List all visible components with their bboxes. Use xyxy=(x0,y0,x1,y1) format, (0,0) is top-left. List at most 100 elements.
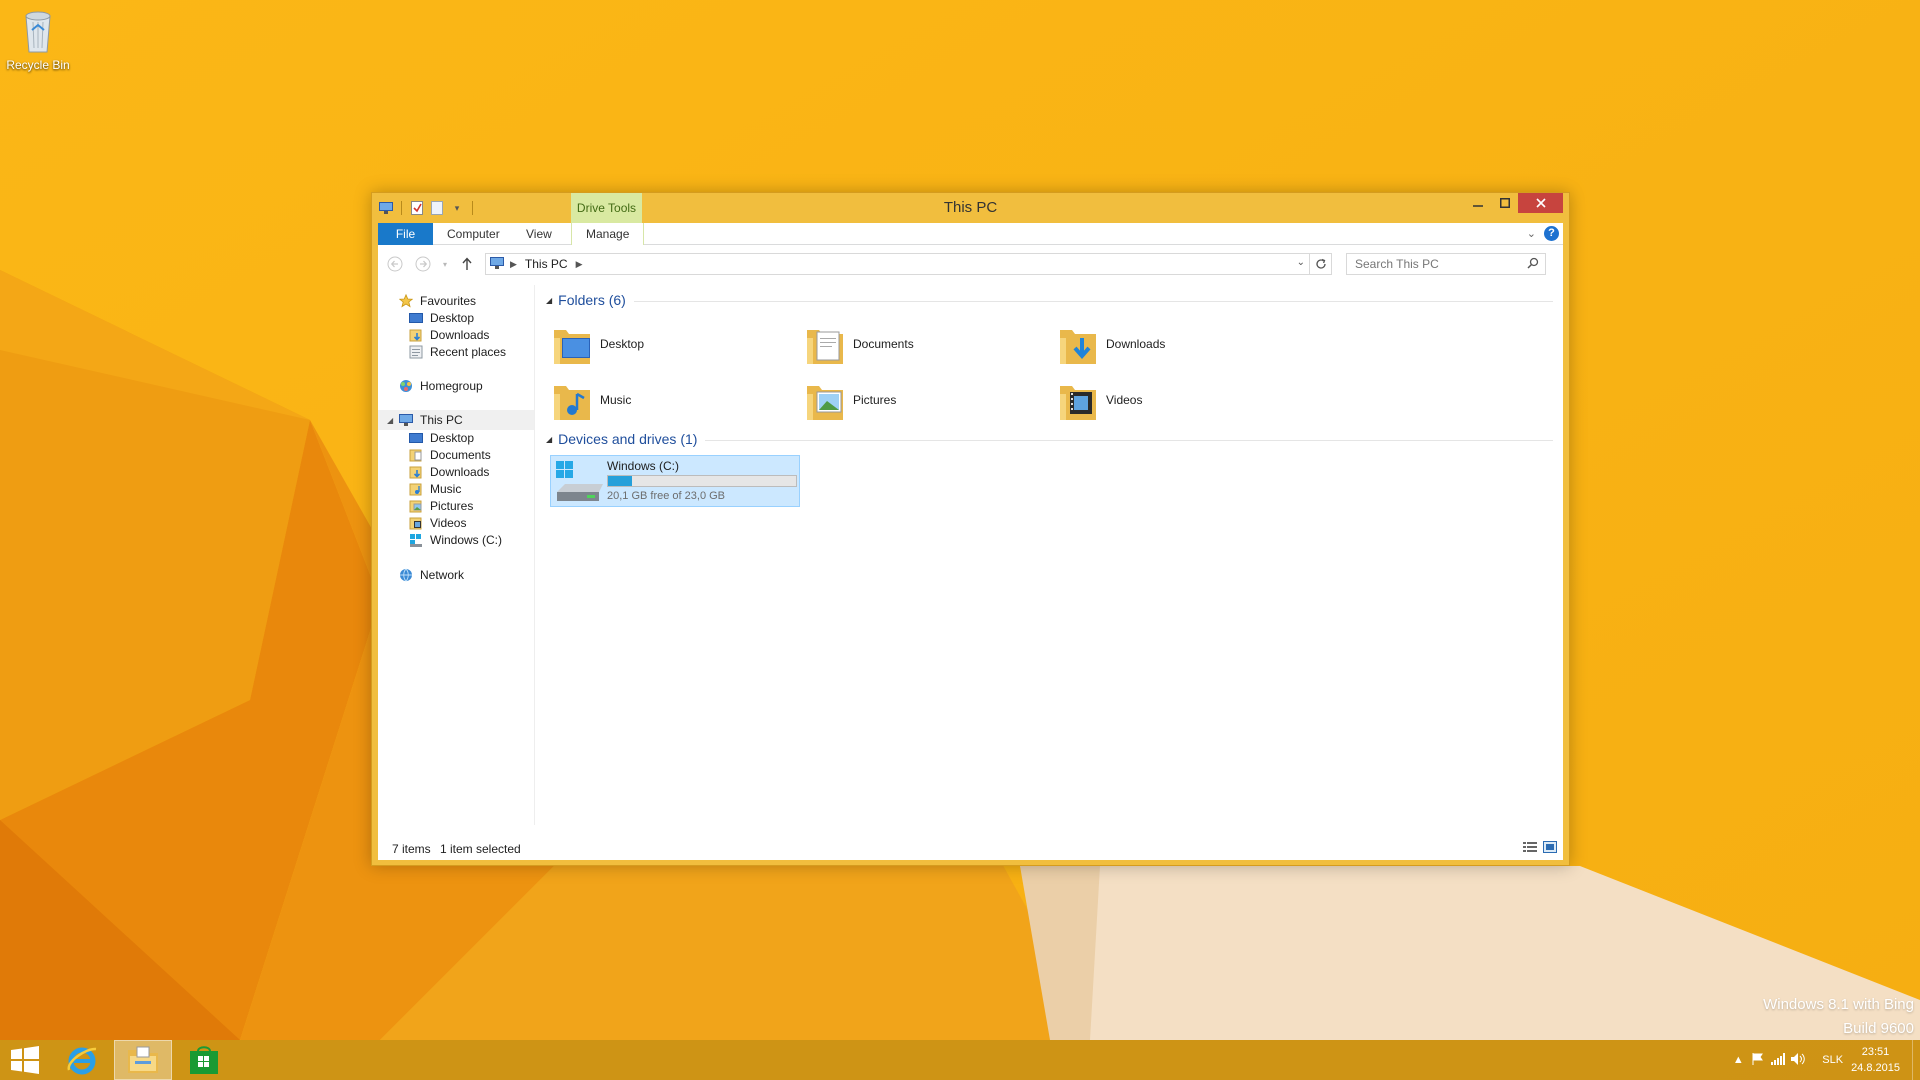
taskbar: ▲ SLK 23:51 24.8.2015 xyxy=(0,1040,1920,1080)
maximize-icon xyxy=(1499,198,1510,208)
drive-icon xyxy=(408,532,424,548)
nav-label: Downloads xyxy=(430,465,490,479)
input-language-indicator[interactable]: SLK xyxy=(1822,1054,1843,1066)
show-desktop-button[interactable] xyxy=(1912,1040,1920,1080)
downloads-icon xyxy=(408,327,424,343)
refresh-button[interactable] xyxy=(1310,253,1332,275)
nav-label: Network xyxy=(420,568,465,582)
start-button[interactable] xyxy=(0,1040,50,1080)
search-icon[interactable] xyxy=(1527,257,1539,272)
nav-label: Homegroup xyxy=(420,379,483,393)
folder-tile[interactable]: Music xyxy=(550,373,800,427)
action-center-flag-icon[interactable] xyxy=(1748,1052,1768,1068)
tab-manage[interactable]: Manage xyxy=(571,223,645,245)
breadcrumb-separator-icon[interactable]: ▶ xyxy=(576,259,583,270)
recycle-bin-icon xyxy=(25,11,51,53)
nav-fav-recent-places[interactable]: Recent places xyxy=(408,342,506,362)
back-arrow-icon xyxy=(387,256,403,272)
window-client-area: File Computer View Manage ⌄ ? ▾ ▶ This P… xyxy=(378,223,1563,860)
window-controls xyxy=(1464,193,1563,213)
title-bar[interactable]: ▾ Drive Tools This PC xyxy=(372,193,1569,223)
collapse-group-icon[interactable]: ◢ xyxy=(546,296,552,305)
tab-computer[interactable]: Computer xyxy=(433,223,514,245)
folder-tile[interactable]: Downloads xyxy=(1056,317,1306,371)
address-bar[interactable]: ▶ This PC ▶ ⌄ xyxy=(485,253,1310,275)
large-icons-view-icon[interactable] xyxy=(1543,841,1557,856)
windows-watermark: Windows 8.1 with Bing Build 9600 xyxy=(1763,993,1914,1041)
tab-file[interactable]: File xyxy=(378,223,433,245)
drive-free-space: 20,1 GB free of 23,0 GB xyxy=(607,490,726,502)
network-icon xyxy=(398,567,414,583)
nav-this-pc[interactable]: ◢ This PC xyxy=(378,410,534,430)
recycle-bin-label: Recycle Bin xyxy=(6,58,70,72)
videos-folder-icon xyxy=(1056,376,1104,424)
file-explorer-window[interactable]: ▾ Drive Tools This PC File Computer View… xyxy=(371,192,1570,866)
clock-time: 23:51 xyxy=(1861,1046,1890,1058)
group-divider xyxy=(705,439,1553,441)
collapse-arrow-icon[interactable]: ◢ xyxy=(387,416,393,425)
folder-tile[interactable]: Desktop xyxy=(550,317,800,371)
nav-label: Documents xyxy=(430,448,491,462)
ribbon-right-controls: ⌄ ? xyxy=(1527,226,1559,241)
store-taskbar-button[interactable] xyxy=(182,1040,226,1080)
nav-homegroup[interactable]: Homegroup xyxy=(398,376,483,396)
drive-usage-bar xyxy=(607,475,797,487)
breadcrumb-separator-icon[interactable]: ▶ xyxy=(510,259,517,270)
nav-pc-windows-c[interactable]: Windows (C:) xyxy=(408,530,502,550)
collapse-group-icon[interactable]: ◢ xyxy=(546,435,552,444)
navigation-pane: Favourites Desktop Downloads Recent plac… xyxy=(378,285,535,825)
documents-folder-icon xyxy=(803,320,851,368)
status-bar: 7 items 1 item selected xyxy=(378,838,1563,860)
item-count: 7 items xyxy=(392,842,431,856)
forward-button[interactable] xyxy=(414,255,432,273)
recent-locations-button[interactable]: ▾ xyxy=(436,255,454,273)
back-button[interactable] xyxy=(386,255,404,273)
drive-name: Windows (C:) xyxy=(607,459,680,473)
folder-tile[interactable]: Documents xyxy=(803,317,1053,371)
details-view-icon[interactable] xyxy=(1523,841,1537,856)
tab-view[interactable]: View xyxy=(512,223,566,245)
nav-label: Downloads xyxy=(430,328,490,342)
show-hidden-icons-icon[interactable]: ▲ xyxy=(1728,1054,1748,1066)
nav-label: Favourites xyxy=(420,294,477,308)
maximize-button[interactable] xyxy=(1491,193,1518,213)
minimize-icon xyxy=(1472,205,1483,207)
nav-network[interactable]: Network xyxy=(398,565,464,585)
navigation-bar: ▾ ▶ This PC ▶ ⌄ Search This PC xyxy=(378,245,1563,283)
folder-label: Music xyxy=(600,393,632,407)
volume-icon[interactable] xyxy=(1788,1052,1808,1068)
close-icon xyxy=(1535,198,1546,208)
search-placeholder: Search This PC xyxy=(1355,257,1439,271)
internet-explorer-taskbar-button[interactable] xyxy=(60,1040,104,1080)
nav-label: Desktop xyxy=(430,311,475,325)
documents-icon xyxy=(408,447,424,463)
drive-usage-fill xyxy=(608,476,632,486)
help-icon[interactable]: ? xyxy=(1544,226,1559,241)
search-box[interactable]: Search This PC xyxy=(1346,253,1546,275)
clock[interactable]: 23:51 24.8.2015 xyxy=(1851,1044,1900,1076)
file-explorer-taskbar-button[interactable] xyxy=(114,1040,172,1080)
pictures-icon xyxy=(408,498,424,514)
address-dropdown-icon[interactable]: ⌄ xyxy=(1297,257,1305,268)
drive-tile-windows-c[interactable]: Windows (C:) 20,1 GB free of 23,0 GB xyxy=(550,455,800,507)
recycle-bin-shortcut[interactable]: Recycle Bin xyxy=(4,4,72,72)
pictures-folder-icon xyxy=(803,376,851,424)
refresh-icon xyxy=(1315,258,1326,269)
folder-tile[interactable]: Videos xyxy=(1056,373,1306,427)
folder-tile[interactable]: Pictures xyxy=(803,373,1053,427)
minimize-button[interactable] xyxy=(1464,193,1491,213)
up-arrow-icon xyxy=(462,257,472,270)
group-header-devices[interactable]: ◢ Devices and drives (1) xyxy=(543,428,1553,450)
close-button[interactable] xyxy=(1518,193,1563,213)
star-icon xyxy=(398,293,414,309)
expand-ribbon-icon[interactable]: ⌄ xyxy=(1527,227,1536,240)
network-signal-icon[interactable] xyxy=(1768,1052,1788,1068)
nav-label: This PC xyxy=(420,413,463,427)
file-explorer-icon xyxy=(128,1046,158,1073)
group-divider xyxy=(633,300,1553,302)
nav-label: Pictures xyxy=(430,499,474,513)
folder-label: Desktop xyxy=(600,337,645,351)
up-button[interactable] xyxy=(458,255,476,273)
breadcrumb-this-pc[interactable]: This PC xyxy=(525,257,568,271)
group-header-folders[interactable]: ◢ Folders (6) xyxy=(543,289,1553,311)
